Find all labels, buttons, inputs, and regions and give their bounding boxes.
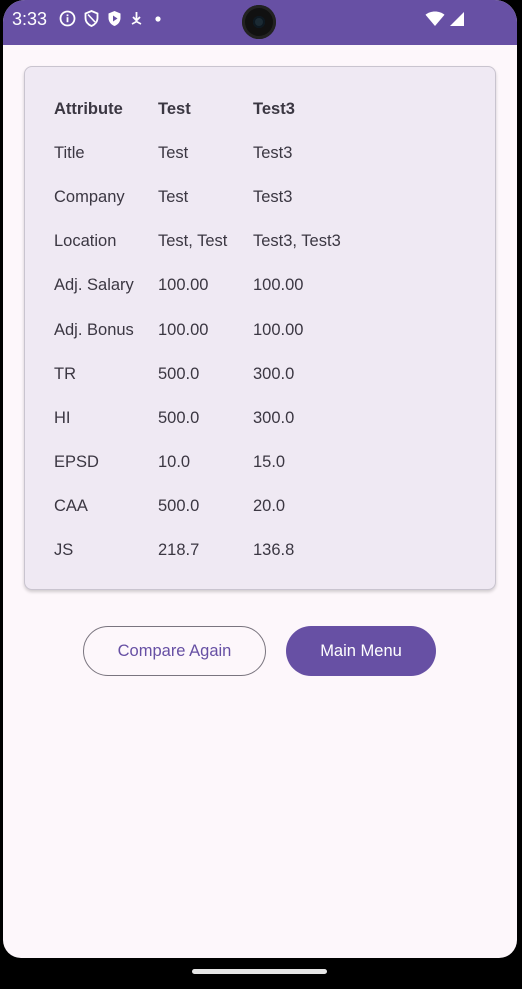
dot-icon [151, 12, 165, 26]
front-camera [242, 5, 276, 39]
cell-job-b: 15.0 [253, 453, 286, 472]
row-label: JS [54, 541, 74, 560]
table-row: TR 500.0 300.0 [54, 352, 373, 396]
cell-job-a: 10.0 [158, 453, 191, 472]
main-menu-button[interactable]: Main Menu [286, 626, 436, 676]
cell-job-b: Test3 [253, 187, 293, 206]
row-label: EPSD [54, 453, 99, 472]
compare-again-button[interactable]: Compare Again [83, 626, 266, 676]
row-label: Adj. Salary [54, 276, 134, 295]
table-row: HI 500.0 300.0 [54, 396, 373, 440]
device-frame: 3:33 Attribute Test Test3 Title Test Tes… [0, 0, 522, 989]
row-label: Adj. Bonus [54, 320, 134, 339]
info-icon [59, 10, 76, 27]
header-job-b: Test3 [253, 99, 295, 118]
cell-job-a: Test [158, 143, 189, 162]
cell-job-a: 100.00 [158, 320, 209, 339]
cell-job-b: Test3, Test3 [253, 232, 341, 251]
cell-job-b: 20.0 [253, 497, 286, 516]
cell-job-a: 100.00 [158, 276, 209, 295]
download-icon [130, 11, 143, 26]
status-time: 3:33 [12, 9, 48, 29]
cell-job-a: 500.0 [158, 364, 200, 383]
cell-job-b: 100.00 [253, 320, 304, 339]
row-label: HI [54, 408, 71, 427]
cell-job-b: 300.0 [253, 364, 295, 383]
table-row: EPSD 10.0 15.0 [54, 441, 373, 485]
cell-job-a: 500.0 [158, 408, 200, 427]
table-row: Location Test, Test Test3, Test3 [54, 220, 373, 264]
row-label: Title [54, 143, 85, 162]
row-label: Company [54, 187, 125, 206]
row-label: TR [54, 364, 76, 383]
status-bar: 3:33 [3, 0, 517, 45]
table-row: Title Test Test3 [54, 131, 373, 175]
table-row: Adj. Salary 100.00 100.00 [54, 264, 373, 308]
wifi-icon [425, 11, 445, 32]
play-protect-icon [107, 10, 122, 27]
cell-job-b: 300.0 [253, 408, 295, 427]
status-icons-left [59, 10, 165, 27]
header-job-a: Test [158, 99, 191, 118]
gesture-nav-handle[interactable] [192, 969, 327, 974]
comparison-table: Attribute Test Test3 Title Test Test3 Co… [54, 87, 373, 573]
table-row: Adj. Bonus 100.00 100.00 [54, 308, 373, 352]
cell-job-b: Test3 [253, 143, 293, 162]
cell-job-a: 218.7 [158, 541, 200, 560]
cell-job-b: 100.00 [253, 276, 304, 295]
row-label: CAA [54, 497, 88, 516]
cell-job-a: Test, Test [158, 232, 228, 251]
table-row: Company Test Test3 [54, 175, 373, 219]
signal-icon [449, 11, 465, 32]
table-header-row: Attribute Test Test3 [54, 87, 373, 131]
status-icons-right [425, 11, 465, 32]
cell-job-b: 136.8 [253, 541, 295, 560]
comparison-card: Attribute Test Test3 Title Test Test3 Co… [24, 66, 496, 590]
row-label: Location [54, 232, 117, 251]
cell-job-a: 500.0 [158, 497, 200, 516]
table-row: CAA 500.0 20.0 [54, 485, 373, 529]
app-screen: 3:33 Attribute Test Test3 Title Test Tes… [3, 0, 517, 958]
cell-job-a: Test [158, 187, 189, 206]
header-attribute: Attribute [54, 99, 123, 118]
shield-icon [84, 10, 99, 27]
table-row: JS 218.7 136.8 [54, 529, 373, 573]
